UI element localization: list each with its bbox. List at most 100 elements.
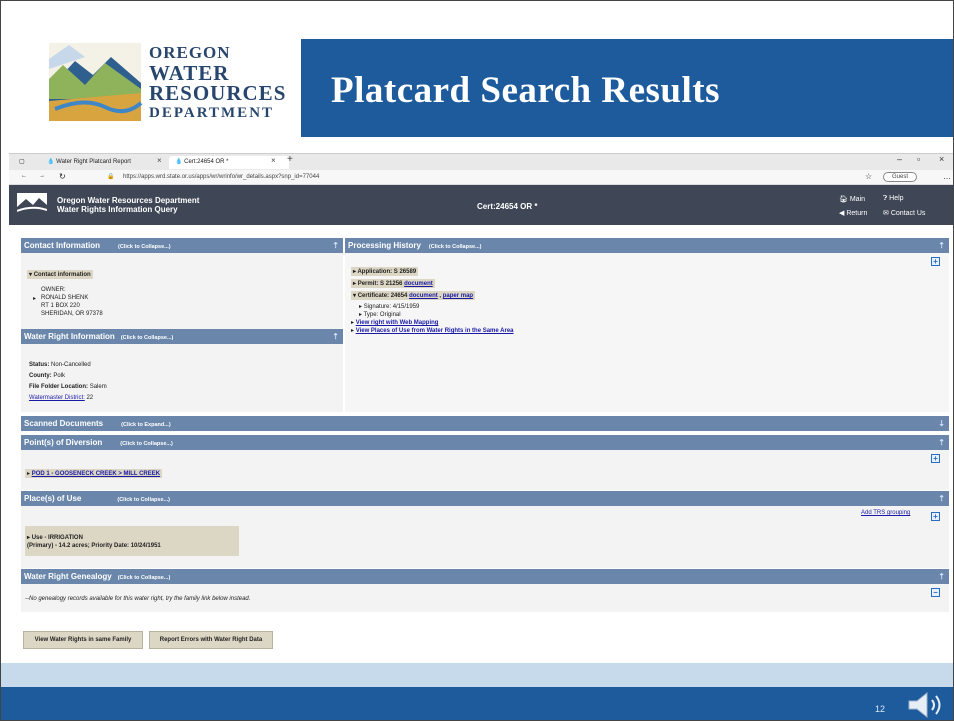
new-tab-button[interactable]: + bbox=[287, 154, 293, 165]
web-mapping-link[interactable]: View right with Web Mapping bbox=[356, 320, 439, 326]
url-field[interactable]: https://apps.wrd.state.or.us/apps/wr/wri… bbox=[123, 174, 319, 180]
back-icon[interactable]: ← bbox=[21, 173, 27, 179]
footer-light-band bbox=[1, 663, 953, 687]
tab-label: Water Right Platcard Report bbox=[56, 159, 131, 165]
pou-panel-header[interactable]: Place(s) of Use (Click to Collapse...) ⇡ bbox=[21, 491, 949, 506]
nav-contact-label: Contact Us bbox=[890, 210, 926, 217]
collapse-arrow-icon[interactable]: ⇡ bbox=[938, 238, 945, 253]
speaker-icon[interactable] bbox=[905, 691, 949, 719]
type-row: ▸ Type: Original bbox=[359, 312, 401, 318]
pod-item[interactable]: ▸ POD 1 - GOOSENECK CREEK > MILL CREEK bbox=[25, 469, 163, 478]
signature-row: ▸ Signature: 4/15/1959 bbox=[359, 304, 420, 310]
menu-icon[interactable]: … bbox=[943, 172, 951, 181]
slide: OREGON WATER RESOURCES DEPARTMENT Platca… bbox=[0, 0, 954, 721]
collapse-toggle[interactable]: (Click to Collapse...) bbox=[120, 441, 173, 447]
pod-link[interactable]: POD 1 - GOOSENECK CREEK > MILL CREEK bbox=[32, 471, 160, 477]
refresh-icon[interactable]: ↻ bbox=[59, 172, 66, 181]
profile-button[interactable]: Guest bbox=[883, 172, 918, 182]
use-details: (Primary) - 14.2 acres; Priority Date: 1… bbox=[27, 543, 161, 549]
certificate-document-link[interactable]: document bbox=[409, 293, 438, 299]
panel-title: Water Right Genealogy bbox=[24, 572, 112, 581]
browser-screenshot: ▢ 💧 Water Right Platcard Report × 💧 Cert… bbox=[9, 153, 953, 663]
status-value: Non-Cancelled bbox=[51, 362, 91, 368]
browser-tab-platcard[interactable]: 💧 Water Right Platcard Report bbox=[41, 156, 137, 169]
expand-all-icon[interactable]: + bbox=[931, 512, 940, 521]
use-card[interactable]: ▸ Use - IRRIGATION (Primary) - 14.2 acre… bbox=[25, 526, 239, 556]
pod-panel-header[interactable]: Point(s) of Diversion (Click to Collapse.… bbox=[21, 435, 949, 450]
logo-line-resources: RESOURCES bbox=[149, 81, 287, 105]
paper-map-link[interactable]: paper map bbox=[443, 293, 473, 299]
logo-line-oregon: OREGON bbox=[149, 43, 231, 62]
contact-subheader[interactable]: ▾ Contact information bbox=[27, 270, 93, 279]
view-family-button[interactable]: View Water Rights in same Family bbox=[23, 631, 143, 649]
title-band: Platcard Search Results bbox=[301, 39, 953, 137]
add-trs-grouping-link[interactable]: Add TRS grouping bbox=[861, 510, 910, 516]
window-menu-icon[interactable]: ▢ bbox=[13, 156, 31, 169]
genealogy-panel-body: --No genealogy records available for thi… bbox=[21, 584, 949, 612]
star-icon[interactable]: ☆ bbox=[865, 172, 872, 181]
folder-row: File Folder Location: Salem bbox=[29, 384, 107, 390]
contact-icon: ✉︎ bbox=[883, 210, 891, 217]
panel-title: Processing History bbox=[348, 241, 421, 250]
slide-title: Platcard Search Results bbox=[331, 70, 720, 111]
restore-icon[interactable]: ▫ bbox=[917, 154, 920, 164]
genealogy-panel-header[interactable]: Water Right Genealogy (Click to Collapse.… bbox=[21, 569, 949, 584]
nav-help[interactable]: ❓︎ Help bbox=[883, 195, 904, 203]
collapse-toggle[interactable]: (Click to Collapse...) bbox=[121, 335, 174, 341]
water-right-panel-body: Status: Non-Cancelled County: Polk File … bbox=[21, 344, 343, 412]
collapse-arrow-icon[interactable]: ⇡ bbox=[938, 569, 945, 584]
expand-arrow-icon[interactable]: ⇣ bbox=[938, 416, 945, 431]
expand-toggle[interactable]: (Click to Expand...) bbox=[121, 422, 171, 428]
nav-main-label: Main bbox=[849, 196, 866, 203]
nav-main[interactable]: 🏠︎ Main bbox=[839, 195, 865, 203]
close-tab-icon[interactable]: × bbox=[271, 156, 276, 165]
lock-icon: 🔒 bbox=[107, 174, 115, 180]
signature-value: Signature: 4/15/1959 bbox=[363, 304, 420, 310]
nav-contact[interactable]: ✉︎ Contact Us bbox=[883, 209, 925, 217]
owner-address1: RT 1 BOX 220 bbox=[41, 303, 80, 309]
processing-panel-body: + ▸ Application: S 26589 ▸ Permit: S 212… bbox=[345, 253, 949, 412]
nav-return-label: Return bbox=[846, 210, 868, 217]
scanned-docs-panel-header[interactable]: Scanned Documents (Click to Expand...) ⇣ bbox=[21, 416, 949, 431]
use-row: ▸ Use - IRRIGATION bbox=[27, 535, 83, 541]
processing-panel-header[interactable]: Processing History (Click to Collapse...)… bbox=[345, 238, 949, 253]
report-errors-button[interactable]: Report Errors with Water Right Data bbox=[149, 631, 273, 649]
collapse-toggle[interactable]: (Click to Collapse...) bbox=[118, 575, 171, 581]
nav-return[interactable]: ◀︎ Return bbox=[839, 209, 867, 217]
same-area-link[interactable]: View Places of Use from Water Rights in … bbox=[356, 328, 514, 334]
close-tab-icon[interactable]: × bbox=[157, 156, 162, 165]
collapse-toggle[interactable]: (Click to Collapse...) bbox=[117, 497, 170, 503]
collapse-toggle[interactable]: (Click to Collapse...) bbox=[118, 244, 171, 250]
water-right-panel-header[interactable]: Water Right Information (Click to Collaps… bbox=[21, 329, 343, 344]
page-number: 12 bbox=[875, 704, 886, 714]
certificate-row[interactable]: ▾ Certificate: 24654 document , paper ma… bbox=[351, 291, 476, 300]
watermaster-link[interactable]: Watermaster District: bbox=[29, 395, 85, 401]
expand-arrow-icon[interactable]: ▸ bbox=[33, 295, 36, 302]
permit-row[interactable]: ▸ Permit: S 21256 document bbox=[351, 279, 435, 288]
collapse-arrow-icon[interactable]: ⇡ bbox=[332, 238, 339, 253]
app-title-line1: Oregon Water Resources Department bbox=[57, 196, 200, 205]
logo-line-department: DEPARTMENT bbox=[149, 105, 275, 121]
expand-all-icon[interactable]: + bbox=[931, 257, 940, 266]
contact-subheader-label: Contact information bbox=[33, 272, 91, 278]
expand-all-icon[interactable]: + bbox=[931, 454, 940, 463]
collapse-arrow-icon[interactable]: ⇡ bbox=[332, 329, 339, 344]
collapse-all-icon[interactable]: − bbox=[931, 588, 940, 597]
collapse-arrow-icon[interactable]: ⇡ bbox=[938, 435, 945, 450]
permit-document-link[interactable]: document bbox=[404, 281, 433, 287]
landscape-logo-icon bbox=[49, 43, 143, 121]
permit-label: Permit: S 21256 bbox=[357, 281, 403, 287]
application-row[interactable]: ▸ Application: S 26589 bbox=[351, 267, 419, 276]
pod-panel-body: + ▸ POD 1 - GOOSENECK CREEK > MILL CREEK bbox=[21, 450, 949, 490]
contact-panel-header[interactable]: Contact Information (Click to Collapse...… bbox=[21, 238, 343, 253]
minimize-icon[interactable]: – bbox=[897, 154, 902, 164]
status-row: Status: Non-Cancelled bbox=[29, 362, 91, 368]
county-row: County: Polk bbox=[29, 373, 65, 379]
panel-title: Contact Information bbox=[24, 241, 100, 250]
forward-icon[interactable]: → bbox=[39, 173, 45, 179]
use-label: Use - IRRIGATION bbox=[31, 535, 83, 541]
close-window-icon[interactable]: × bbox=[939, 154, 944, 164]
nav-help-label: Help bbox=[889, 195, 904, 202]
collapse-arrow-icon[interactable]: ⇡ bbox=[938, 491, 945, 506]
collapse-toggle[interactable]: (Click to Collapse...) bbox=[429, 244, 482, 250]
